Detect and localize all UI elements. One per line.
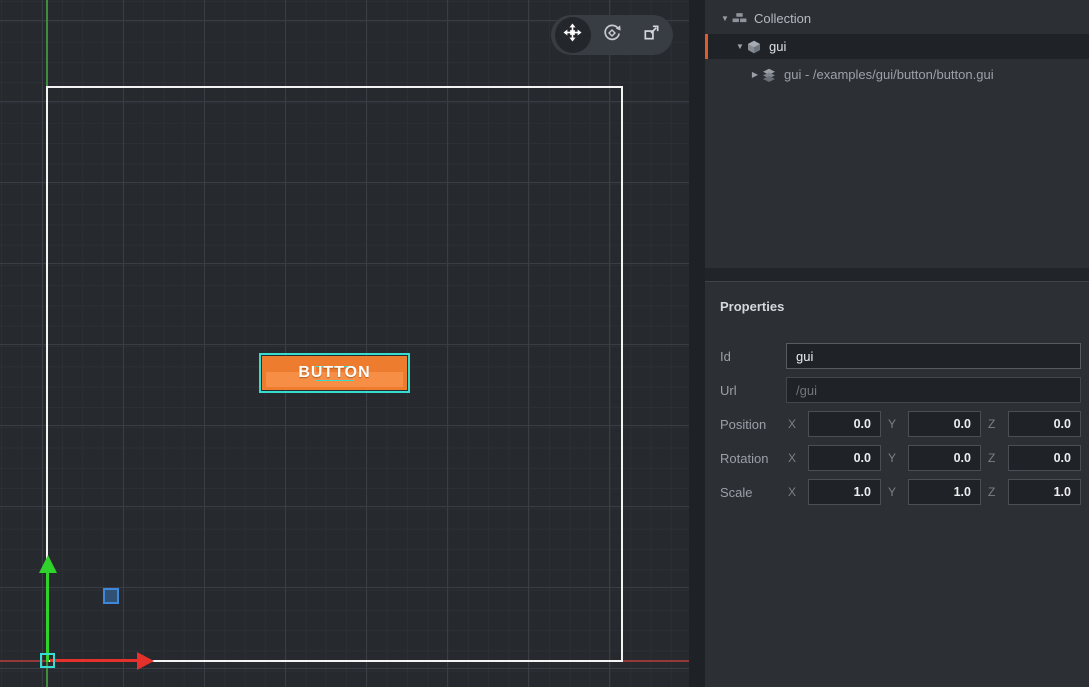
move-tool-button[interactable] [555,17,591,53]
url-input [786,377,1081,403]
pivot-handle[interactable] [103,588,119,604]
outline-row-gui[interactable]: ▼ gui [705,34,1089,59]
position-label: Position [720,417,781,432]
scale-label: Scale [720,485,781,500]
x-axis-label: X [788,451,801,465]
transform-tool-bar [551,15,673,55]
editor-window: BUTTON [0,0,1089,687]
y-axis-label: Y [888,451,901,465]
x-axis-label: X [788,485,801,499]
scene-viewport[interactable]: BUTTON [0,0,689,687]
game-object-cube-icon [747,40,765,54]
position-property-row: Position X Y Z [720,411,1081,437]
outline-properties-splitter[interactable] [705,268,1089,282]
rotate-tool-icon [602,23,622,48]
url-property-row: Url [720,377,1081,403]
scale-tool-button[interactable] [633,17,669,53]
id-input[interactable] [786,343,1081,369]
scale-y-input[interactable] [908,479,981,505]
outline-row-label: gui [769,39,786,54]
collapse-icon[interactable]: ▼ [718,14,732,23]
position-x-input[interactable] [808,411,881,437]
rotation-label: Rotation [720,451,781,466]
properties-title: Properties [720,299,1081,314]
x-axis-label: X [788,417,801,431]
move-tool-icon [563,23,582,47]
scale-property-row: Scale X Y Z [720,479,1081,505]
rotation-y-input[interactable] [908,445,981,471]
scale-x-input[interactable] [808,479,881,505]
scale-tool-icon [642,23,661,47]
z-axis-label: Z [988,417,1001,431]
z-axis-label: Z [988,451,1001,465]
move-gizmo-x-axis[interactable] [50,659,138,662]
outline-row-collection[interactable]: ▼ Collection [705,6,1089,31]
move-gizmo-x-arrow-icon[interactable] [137,652,154,670]
position-y-input[interactable] [908,411,981,437]
collapse-icon[interactable]: ▼ [733,42,747,51]
outline-panel: ▼ Collection ▼ [705,0,1089,268]
properties-panel: Properties Id Url Position X Y Z Rotatio… [705,282,1089,687]
move-gizmo-y-axis[interactable] [46,572,49,662]
z-axis-label: Z [988,485,1001,499]
y-axis-label: Y [888,485,901,499]
id-property-row: Id [720,343,1081,369]
gui-button-node[interactable]: BUTTON [259,353,410,393]
id-label: Id [720,349,781,364]
url-label: Url [720,383,781,398]
collection-icon [732,12,750,25]
rotation-x-input[interactable] [808,445,881,471]
position-z-input[interactable] [1008,411,1081,437]
rotation-property-row: Rotation X Y Z [720,445,1081,471]
scale-z-input[interactable] [1008,479,1081,505]
right-panel: ▼ Collection ▼ [705,0,1089,687]
gui-layers-icon [762,68,780,82]
y-axis-label: Y [888,417,901,431]
move-gizmo-y-arrow-icon[interactable] [39,555,57,573]
rotate-tool-button[interactable] [594,17,630,53]
outline-row-gui-component[interactable]: ▶ gui - /examples/gui/button/button.gui [705,62,1089,87]
outline-row-label: gui - /examples/gui/button/button.gui [784,67,994,82]
gui-button-text: BUTTON [261,355,408,391]
viewport-panel-splitter[interactable] [689,0,705,687]
outline-row-label: Collection [754,11,811,26]
move-gizmo-origin-handle[interactable] [40,653,55,668]
expand-icon[interactable]: ▶ [748,70,762,79]
rotation-z-input[interactable] [1008,445,1081,471]
